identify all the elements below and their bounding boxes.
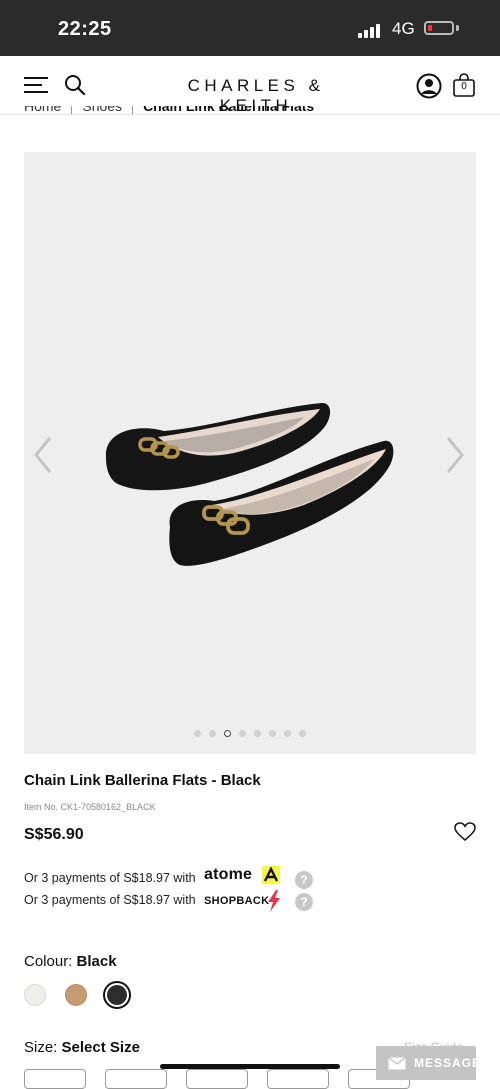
atome-installment-text: Or 3 payments of S$18.97 with — [24, 871, 196, 885]
battery-tip — [456, 25, 459, 31]
gallery-dot[interactable] — [209, 730, 216, 737]
product-image — [105, 403, 394, 566]
gallery-dot[interactable] — [194, 730, 201, 737]
search-icon[interactable] — [64, 74, 86, 96]
shopback-logo: SHOPBACK — [204, 895, 270, 907]
product-price: S$56.90 — [24, 826, 84, 843]
gallery-dot[interactable] — [299, 730, 306, 737]
battery-icon — [424, 21, 454, 35]
shopback-help-icon[interactable]: ? — [295, 893, 313, 911]
atome-mark-icon — [262, 866, 280, 884]
gallery-pagination — [24, 730, 476, 737]
size-option[interactable] — [186, 1069, 248, 1089]
size-label-text: Size: — [24, 1039, 58, 1056]
envelope-icon — [388, 1057, 406, 1070]
colour-swatch-tan[interactable] — [65, 984, 87, 1006]
colour-swatch-black[interactable] — [107, 985, 127, 1005]
status-time: 22:25 — [58, 18, 112, 40]
size-option[interactable] — [105, 1069, 167, 1089]
breadcrumb-home[interactable]: Home — [24, 106, 61, 114]
item-number: Item No. CK1-70580162_BLACK — [24, 802, 156, 812]
colour-swatch-white[interactable] — [24, 984, 46, 1006]
signal-icon — [358, 22, 384, 38]
status-bar: 22:25 4G — [0, 0, 500, 56]
size-option[interactable] — [24, 1069, 86, 1089]
menu-icon[interactable] — [24, 76, 48, 94]
chevron-right-icon[interactable] — [444, 436, 466, 474]
gallery-dot[interactable] — [224, 730, 231, 737]
colour-label: Colour: Black — [24, 953, 117, 970]
shopback-installment-text: Or 3 payments of S$18.97 with — [24, 893, 196, 907]
bag-button[interactable]: 0 — [452, 72, 476, 98]
colour-selected: Black — [76, 953, 117, 970]
atome-help-icon[interactable]: ? — [295, 871, 313, 889]
size-label: Size: Select Size — [24, 1039, 140, 1056]
breadcrumb-shoes[interactable]: Shoes — [82, 106, 122, 114]
gallery-dot[interactable] — [254, 730, 261, 737]
message-label: MESSAGE — [414, 1056, 482, 1070]
size-option[interactable] — [267, 1069, 329, 1089]
product-gallery[interactable] — [24, 152, 476, 754]
breadcrumb-separator — [71, 106, 73, 115]
home-indicator — [160, 1064, 340, 1069]
gallery-dot[interactable] — [269, 730, 276, 737]
gallery-dot[interactable] — [239, 730, 246, 737]
heart-icon[interactable] — [454, 822, 476, 842]
size-selected: Select Size — [61, 1039, 140, 1056]
product-title: Chain Link Ballerina Flats - Black — [24, 772, 261, 789]
gallery-dot[interactable] — [284, 730, 291, 737]
colour-label-text: Colour: — [24, 953, 73, 970]
shopback-bolt-icon — [268, 890, 280, 912]
network-type: 4G — [392, 19, 415, 38]
breadcrumb-current: Chain Link Ballerina Flats — [143, 106, 315, 114]
message-button[interactable]: MESSAGE — [376, 1046, 480, 1080]
atome-logo: atome — [204, 866, 253, 883]
chevron-left-icon[interactable] — [32, 436, 54, 474]
breadcrumb: Home Shoes Chain Link Ballerina Flats — [24, 106, 314, 118]
account-icon[interactable] — [416, 73, 442, 99]
breadcrumb-separator — [132, 106, 134, 115]
bag-count: 0 — [461, 81, 467, 92]
